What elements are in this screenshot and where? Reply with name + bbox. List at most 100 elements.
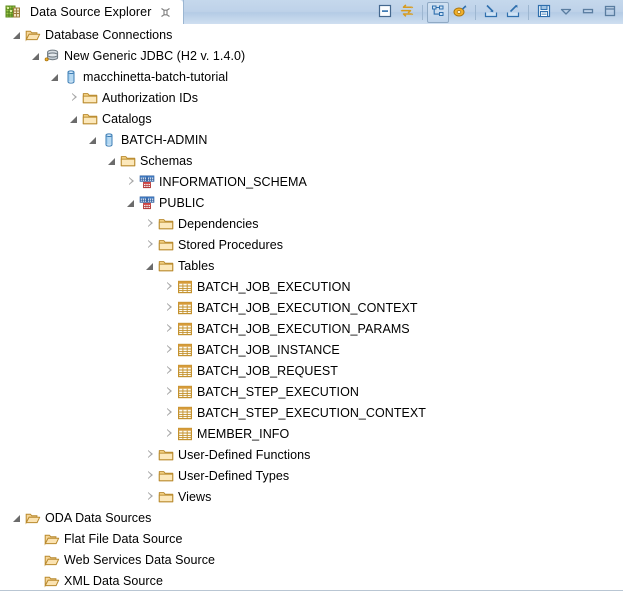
folder-icon: [158, 216, 174, 232]
refresh-arrows-icon: [399, 3, 415, 22]
expander-collapsed-icon[interactable]: [164, 281, 175, 292]
import-button[interactable]: [480, 2, 502, 23]
connection-tree[interactable]: Database Connections New Generic JDBC (H2…: [0, 24, 623, 590]
expander-collapsed-icon[interactable]: [164, 302, 175, 313]
tree-item[interactable]: User-Defined Types: [0, 465, 623, 486]
tree-item-label: BATCH_STEP_EXECUTION: [197, 384, 359, 399]
tree-item[interactable]: MEMBER_INFO: [0, 423, 623, 444]
close-icon[interactable]: [160, 7, 171, 18]
database-cylinder-icon: [63, 69, 79, 85]
expander-collapsed-icon[interactable]: [145, 449, 156, 460]
tree-item[interactable]: Web Services Data Source: [0, 549, 623, 570]
tree-item[interactable]: Schemas: [0, 150, 623, 171]
new-connection-profile-button[interactable]: [449, 2, 471, 23]
tree-item[interactable]: BATCH_JOB_EXECUTION: [0, 276, 623, 297]
tree-item[interactable]: Catalogs: [0, 108, 623, 129]
view-menu-button[interactable]: [555, 2, 577, 23]
tree-item[interactable]: macchinetta-batch-tutorial: [0, 66, 623, 87]
expander-collapsed-icon[interactable]: [164, 407, 175, 418]
tree-item[interactable]: BATCH_JOB_EXECUTION_CONTEXT: [0, 297, 623, 318]
tree-item[interactable]: Tables: [0, 255, 623, 276]
collapse-all-button[interactable]: [374, 2, 396, 23]
tree-item[interactable]: User-Defined Functions: [0, 444, 623, 465]
tree-item-label: MEMBER_INFO: [197, 426, 290, 441]
table-icon: [177, 321, 193, 337]
expander-expanded-icon[interactable]: [12, 29, 23, 40]
tree-item-label: BATCH_JOB_REQUEST: [197, 363, 338, 378]
open-folder-icon: [25, 510, 41, 526]
save-disk-icon: [536, 3, 552, 22]
open-folder-icon: [44, 531, 60, 547]
tree-item[interactable]: BATCH_JOB_EXECUTION_PARAMS: [0, 318, 623, 339]
tab-data-source-explorer[interactable]: Data Source Explorer: [0, 0, 184, 24]
folder-icon: [82, 111, 98, 127]
tree-item-label: Flat File Data Source: [64, 531, 183, 546]
expander-collapsed-icon[interactable]: [126, 176, 137, 187]
expander-collapsed-icon[interactable]: [145, 239, 156, 250]
schema-icon: [139, 195, 155, 211]
tree-item[interactable]: BATCH_JOB_INSTANCE: [0, 339, 623, 360]
toolbar-separator: [528, 4, 529, 20]
tree-item[interactable]: BATCH_STEP_EXECUTION: [0, 381, 623, 402]
refresh-button[interactable]: [396, 2, 418, 23]
expander-collapsed-icon[interactable]: [164, 323, 175, 334]
tree-item-label: INFORMATION_SCHEMA: [159, 174, 307, 189]
maximize-view-button[interactable]: [599, 2, 621, 23]
view-tab-bar: Data Source Explorer: [0, 0, 623, 24]
tree-item-label: BATCH_JOB_INSTANCE: [197, 342, 340, 357]
tree-item[interactable]: New Generic JDBC (H2 v. 1.4.0): [0, 45, 623, 66]
data-source-explorer-icon: [5, 4, 21, 20]
tree-item[interactable]: PUBLIC: [0, 192, 623, 213]
expander-collapsed-icon[interactable]: [164, 344, 175, 355]
expander-expanded-icon[interactable]: [31, 50, 42, 61]
tree-item[interactable]: Views: [0, 486, 623, 507]
tab-title: Data Source Explorer: [30, 5, 152, 19]
tree-item[interactable]: Stored Procedures: [0, 234, 623, 255]
expander-collapsed-icon[interactable]: [145, 491, 156, 502]
folder-icon: [158, 258, 174, 274]
expander-expanded-icon[interactable]: [145, 260, 156, 271]
tree-item[interactable]: Flat File Data Source: [0, 528, 623, 549]
table-icon: [177, 426, 193, 442]
tree-item[interactable]: Authorization IDs: [0, 87, 623, 108]
expander-collapsed-icon[interactable]: [164, 428, 175, 439]
expander-collapsed-icon[interactable]: [164, 365, 175, 376]
minimize-view-button[interactable]: [577, 2, 599, 23]
tree-item[interactable]: Dependencies: [0, 213, 623, 234]
folder-icon: [158, 237, 174, 253]
tree-item[interactable]: ODA Data Sources: [0, 507, 623, 528]
tree-item[interactable]: INFORMATION_SCHEMA: [0, 171, 623, 192]
expander-collapsed-icon[interactable]: [145, 470, 156, 481]
minimize-icon: [580, 3, 596, 22]
expander-collapsed-icon[interactable]: [164, 386, 175, 397]
expander-collapsed-icon[interactable]: [145, 218, 156, 229]
tree-item-label: Stored Procedures: [178, 237, 284, 252]
tree-item[interactable]: Database Connections: [0, 24, 623, 45]
tree-item-label: Catalogs: [102, 111, 152, 126]
tree-item[interactable]: BATCH_STEP_EXECUTION_CONTEXT: [0, 402, 623, 423]
tree-item[interactable]: XML Data Source: [0, 570, 623, 590]
tree-item-label: ODA Data Sources: [45, 510, 152, 525]
toolbar-separator: [475, 4, 476, 20]
tree-item-label: New Generic JDBC (H2 v. 1.4.0): [64, 48, 246, 63]
export-arrow-icon: [505, 3, 521, 22]
table-icon: [177, 384, 193, 400]
expander-expanded-icon[interactable]: [107, 155, 118, 166]
tree-item-label: PUBLIC: [159, 195, 205, 210]
folder-icon: [158, 489, 174, 505]
export-button[interactable]: [502, 2, 524, 23]
link-with-editor-button[interactable]: [427, 1, 449, 23]
expander-expanded-icon[interactable]: [12, 512, 23, 523]
expander-collapsed-icon[interactable]: [69, 92, 80, 103]
tree-item[interactable]: BATCH_JOB_REQUEST: [0, 360, 623, 381]
tree-item-label: XML Data Source: [64, 573, 163, 588]
expander-expanded-icon[interactable]: [69, 113, 80, 124]
expander-expanded-icon[interactable]: [50, 71, 61, 82]
expander-expanded-icon[interactable]: [126, 197, 137, 208]
tree-item-label: BATCH-ADMIN: [121, 132, 208, 147]
save-button[interactable]: [533, 2, 555, 23]
tree-item[interactable]: BATCH-ADMIN: [0, 129, 623, 150]
expander-expanded-icon[interactable]: [88, 134, 99, 145]
table-icon: [177, 363, 193, 379]
tree-item-label: Dependencies: [178, 216, 259, 231]
